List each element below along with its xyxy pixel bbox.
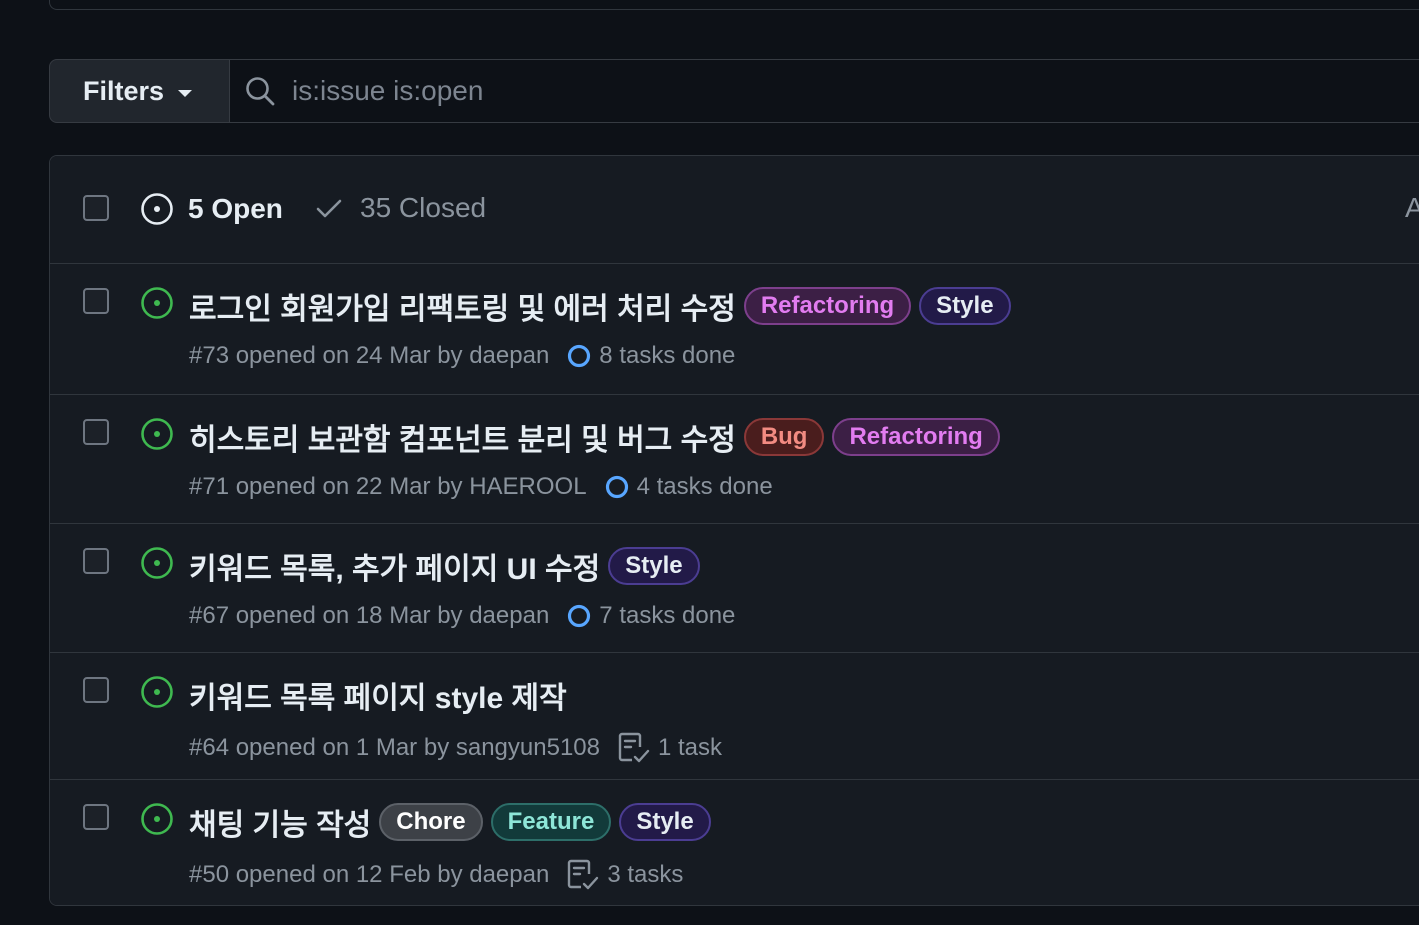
- issue-title-link[interactable]: 키워드 목록 페이지 style 제작: [189, 673, 567, 717]
- issue-meta[interactable]: #50 opened on 12 Feb by daepan: [189, 861, 549, 889]
- closed-count-label: 35 Closed: [360, 192, 487, 223]
- issue-meta[interactable]: #71 opened on 22 Mar by HAEROOL: [189, 473, 587, 501]
- filters-button[interactable]: Filters: [49, 59, 230, 123]
- issue-row[interactable]: 히스토리 보관함 컴포넌트 분리 및 버그 수정 Bug Refactoring #7…: [50, 395, 1419, 524]
- issue-meta[interactable]: #64 opened on 1 Mar by sangyun5108: [189, 734, 600, 762]
- issue-meta[interactable]: #73 opened on 24 Mar by daepan: [189, 342, 549, 370]
- issue-row[interactable]: 로그인 회원가입 리팩토링 및 에러 처리 수정 Refactoring Style…: [50, 264, 1419, 395]
- progress-ring-icon: [605, 475, 628, 499]
- issue-checkbox[interactable]: [83, 804, 109, 830]
- task-count-label: 7 tasks done: [599, 602, 736, 629]
- task-count-label: 1 task: [658, 734, 723, 761]
- issue-checkbox[interactable]: [83, 677, 109, 703]
- open-issues-tab[interactable]: 5 Open: [140, 192, 283, 226]
- issue-meta-line: #67 opened on 18 Mar by daepan 7 tasks do…: [189, 602, 735, 630]
- task-summary[interactable]: 7 tasks done: [567, 602, 735, 630]
- issue-row[interactable]: 채팅 기능 작성 Chore Feature Style #50 opened on 1…: [50, 780, 1419, 905]
- issue-title-line: 키워드 목록 페이지 style 제작: [189, 673, 567, 717]
- issue-checkbox[interactable]: [83, 548, 109, 574]
- issue-label[interactable]: Chore: [379, 803, 483, 841]
- task-summary[interactable]: 3 tasks: [567, 858, 683, 892]
- issue-meta-line: #64 opened on 1 Mar by sangyun5108 1 task: [189, 731, 722, 765]
- task-count-label: 3 tasks: [607, 861, 684, 888]
- select-all-checkbox[interactable]: [83, 195, 109, 221]
- issue-row[interactable]: 키워드 목록, 추가 페이지 UI 수정 Style #67 opened on 1…: [50, 524, 1419, 653]
- issue-row[interactable]: 키워드 목록 페이지 style 제작 #64 opened on 1 Mar b…: [50, 653, 1419, 780]
- checklist-icon: [618, 732, 650, 763]
- chevron-down-icon: [178, 89, 193, 97]
- top-divider: [49, 0, 1419, 10]
- issue-label[interactable]: Feature: [490, 803, 612, 841]
- filter-bar: Filters: [49, 59, 1419, 123]
- issue-label[interactable]: Style: [919, 287, 1011, 325]
- task-count-label: 8 tasks done: [599, 342, 736, 369]
- issue-rows: 로그인 회원가입 리팩토링 및 에러 처리 수정 Refactoring Style…: [50, 264, 1419, 905]
- issue-label[interactable]: Refactoring: [743, 287, 912, 325]
- progress-ring-icon: [568, 344, 591, 368]
- issue-opened-icon: [141, 193, 173, 225]
- task-summary[interactable]: 8 tasks done: [567, 342, 735, 370]
- issue-title-link[interactable]: 키워드 목록, 추가 페이지 UI 수정: [189, 544, 600, 588]
- issue-title-line: 히스토리 보관함 컴포넌트 분리 및 버그 수정 Bug Refactoring: [189, 415, 1000, 459]
- issue-title-link[interactable]: 채팅 기능 작성: [189, 800, 371, 844]
- issue-opened-icon: [141, 803, 173, 835]
- issues-header: 5 Open 35 Closed A: [50, 156, 1419, 264]
- search-icon: [246, 77, 275, 106]
- open-count-label: 5 Open: [188, 193, 283, 224]
- issue-title-link[interactable]: 히스토리 보관함 컴포넌트 분리 및 버그 수정: [189, 415, 736, 459]
- task-summary[interactable]: 1 task: [618, 731, 722, 765]
- author-filter[interactable]: A: [1405, 192, 1419, 224]
- issue-label[interactable]: Style: [619, 803, 711, 841]
- issue-label[interactable]: Style: [608, 547, 700, 585]
- issue-opened-icon: [141, 287, 173, 319]
- issue-title-line: 로그인 회원가입 리팩토링 및 에러 처리 수정 Refactoring Style: [189, 284, 1011, 328]
- issue-meta[interactable]: #67 opened on 18 Mar by daepan: [189, 602, 549, 630]
- issue-meta-line: #50 opened on 12 Feb by daepan 3 tasks: [189, 858, 683, 892]
- issue-label[interactable]: Refactoring: [832, 418, 1000, 456]
- progress-ring-icon: [568, 604, 591, 628]
- issue-opened-icon: [141, 676, 173, 708]
- issue-meta-line: #71 opened on 22 Mar by HAEROOL 4 tasks d…: [189, 473, 773, 501]
- issue-checkbox[interactable]: [83, 419, 109, 445]
- issues-list: 5 Open 35 Closed A 로그인 회원가입 리팩토링 및 에러 처리…: [49, 155, 1419, 906]
- checklist-icon: [568, 859, 599, 890]
- issue-meta-line: #73 opened on 24 Mar by daepan 8 tasks do…: [189, 342, 735, 370]
- task-summary[interactable]: 4 tasks done: [605, 473, 773, 501]
- issue-checkbox[interactable]: [83, 288, 109, 314]
- search-input[interactable]: [292, 75, 1092, 107]
- issue-label[interactable]: Bug: [743, 418, 825, 456]
- filters-label: Filters: [83, 75, 165, 106]
- closed-issues-tab[interactable]: 35 Closed: [314, 192, 486, 224]
- issue-title-link[interactable]: 로그인 회원가입 리팩토링 및 에러 처리 수정: [189, 284, 736, 328]
- issue-opened-icon: [141, 547, 173, 579]
- issue-title-line: 키워드 목록, 추가 페이지 UI 수정 Style: [189, 544, 700, 588]
- issue-title-line: 채팅 기능 작성 Chore Feature Style: [189, 800, 711, 844]
- issue-opened-icon: [141, 418, 173, 450]
- task-count-label: 4 tasks done: [636, 473, 773, 500]
- check-icon: [316, 199, 342, 218]
- search-box[interactable]: [230, 59, 1419, 123]
